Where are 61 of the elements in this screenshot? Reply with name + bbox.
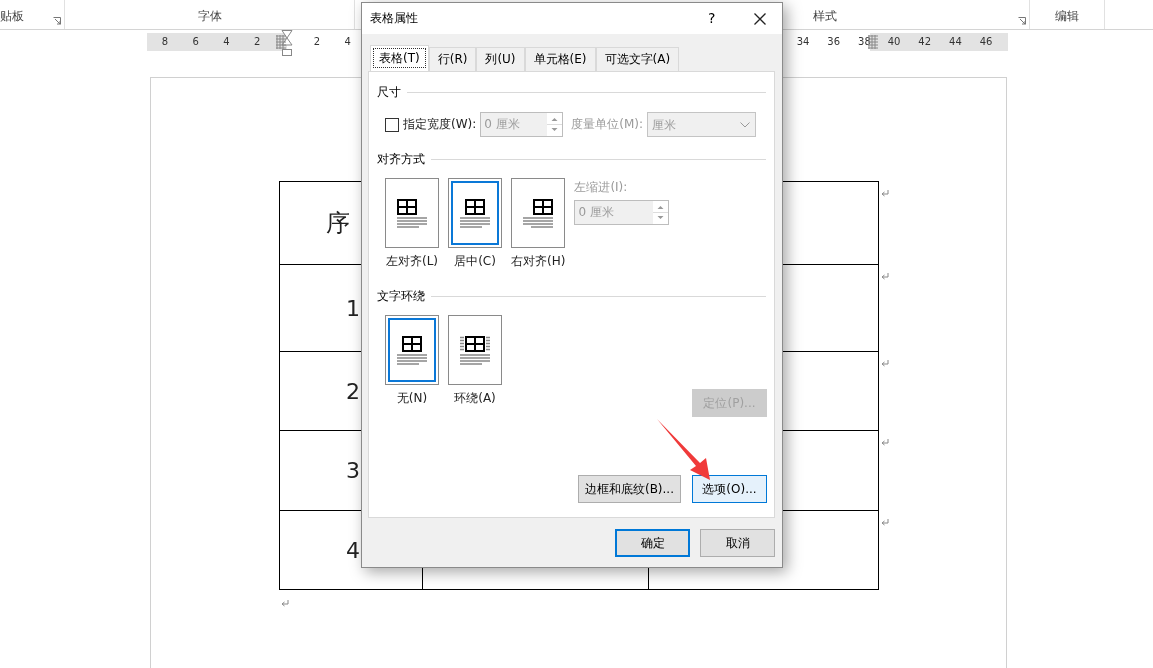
section-heading: 文字环绕 <box>377 288 425 305</box>
dialog-button[interactable]: 选项(O)... <box>692 475 767 503</box>
help-button[interactable]: ? <box>705 10 719 26</box>
dialog-launcher-icon[interactable] <box>53 17 61 25</box>
ribbon-group-label: 样式 <box>812 8 837 25</box>
ruler-number: 2 <box>313 36 321 47</box>
alignment-option[interactable] <box>448 178 502 248</box>
indent-label: 左缩进(I): <box>574 179 629 196</box>
paragraph-mark-icon <box>881 360 889 367</box>
dialog-button[interactable]: 确定 <box>615 529 690 557</box>
unit-label: 度量单位(M): <box>571 116 644 133</box>
paragraph-mark-icon <box>881 439 889 446</box>
tab[interactable]: 行(R) <box>428 47 477 71</box>
ribbon-group-label: 编辑 <box>1055 8 1079 25</box>
column-marker-icon[interactable] <box>868 35 878 49</box>
dialog-button[interactable]: 边框和底纹(B)... <box>577 475 681 503</box>
alignment-option[interactable] <box>385 178 439 248</box>
ruler-number: 8 <box>161 36 169 47</box>
tab[interactable]: 表格(T) <box>370 45 429 71</box>
ruler-number: 38 <box>858 36 871 47</box>
ruler-number: 4 <box>344 36 351 47</box>
close-icon[interactable] <box>754 13 766 25</box>
column-marker-icon[interactable] <box>276 35 286 49</box>
chevron-icon <box>740 122 751 128</box>
paragraph-mark-icon <box>881 273 889 280</box>
tab[interactable]: 单元格(E) <box>524 47 596 71</box>
section-heading: 对齐方式 <box>377 151 425 168</box>
table-alignment-icon <box>397 198 427 228</box>
ruler-number: 34 <box>796 36 810 47</box>
ruler-number: 44 <box>949 36 962 47</box>
paragraph-mark-icon <box>881 519 889 526</box>
tab[interactable]: 可选文字(A) <box>595 47 680 71</box>
option-label: 环绕(A) <box>454 390 496 407</box>
text-wrapping-icon <box>397 335 427 365</box>
checkbox-label: 指定宽度(W): <box>403 116 477 133</box>
dialog-button[interactable]: 取消 <box>700 529 775 557</box>
paragraph-mark-icon <box>881 190 889 197</box>
ruler-number: 42 <box>918 36 932 47</box>
dialog-launcher-icon[interactable] <box>1018 17 1026 25</box>
ruler-number: 36 <box>827 36 841 47</box>
paragraph-mark-icon <box>281 600 289 607</box>
ruler-number: 40 <box>887 36 901 47</box>
ruler-number: 2 <box>253 36 261 47</box>
dialog-title: 表格属性 <box>370 10 418 27</box>
option-label: 右对齐(H) <box>511 253 566 270</box>
table-alignment-icon <box>460 198 490 228</box>
wrapping-option[interactable] <box>448 315 502 385</box>
section-heading: 尺寸 <box>377 84 401 101</box>
table-alignment-icon <box>523 198 554 228</box>
indent-marker-icon[interactable] <box>281 30 293 56</box>
alignment-option[interactable] <box>511 178 566 248</box>
text-wrapping-icon <box>460 335 490 365</box>
option-label: 居中(C) <box>454 253 496 270</box>
ruler-number: 46 <box>979 36 993 47</box>
ruler-number: 6 <box>192 36 199 47</box>
ribbon-group-label: 贴板 <box>0 8 24 25</box>
ruler-number: 4 <box>223 36 230 47</box>
wrapping-option[interactable] <box>385 315 439 385</box>
checkbox[interactable] <box>385 117 399 132</box>
tab[interactable]: 列(U) <box>476 47 525 71</box>
ribbon-group-label: 字体 <box>197 8 222 25</box>
